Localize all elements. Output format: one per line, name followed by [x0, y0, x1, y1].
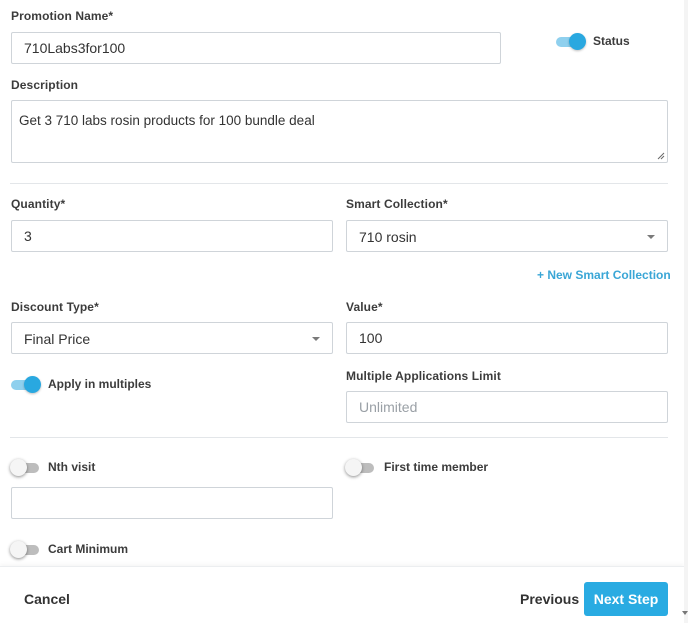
previous-button[interactable]: Previous [520, 591, 579, 607]
multiple-limit-field [346, 391, 668, 423]
cart-minimum-knob [10, 541, 27, 558]
quantity-input[interactable] [12, 221, 332, 251]
description-field: Get 3 710 labs rosin products for 100 bu… [11, 100, 668, 163]
promotion-name-label: Promotion Name* [11, 9, 114, 23]
promotion-name-field [11, 32, 501, 64]
scrollbar[interactable] [684, 0, 688, 623]
first-time-member-label: First time member [384, 460, 489, 474]
chevron-down-icon [312, 337, 320, 341]
cart-minimum-toggle[interactable] [10, 541, 41, 558]
section-divider [10, 437, 668, 438]
smart-collection-select[interactable]: 710 rosin [346, 220, 668, 252]
multiple-limit-input[interactable] [347, 392, 667, 422]
nth-visit-label: Nth visit [48, 460, 96, 474]
scroll-down-arrow-icon[interactable] [682, 611, 688, 615]
value-input[interactable] [347, 323, 667, 353]
discount-type-label: Discount Type* [11, 300, 99, 314]
apply-multiples-knob [24, 376, 41, 393]
first-time-member-knob [345, 459, 362, 476]
promotion-name-input[interactable] [12, 33, 500, 63]
next-step-button[interactable]: Next Step [584, 582, 668, 616]
smart-collection-label: Smart Collection* [346, 197, 448, 211]
discount-type-select[interactable]: Final Price [11, 322, 333, 354]
nth-visit-input[interactable] [12, 488, 332, 518]
nth-visit-field [11, 487, 333, 519]
new-smart-collection-link[interactable]: + New Smart Collection [537, 268, 671, 282]
nth-visit-toggle[interactable] [10, 459, 41, 476]
apply-multiples-label: Apply in multiples [48, 377, 152, 391]
description-textarea[interactable]: Get 3 710 labs rosin products for 100 bu… [12, 101, 667, 162]
description-label: Description [11, 78, 79, 92]
nth-visit-knob [10, 459, 27, 476]
first-time-member-toggle[interactable] [345, 459, 376, 476]
discount-type-value: Final Price [24, 331, 91, 347]
wizard-footer: Cancel Previous Next Step [0, 566, 684, 623]
quantity-field [11, 220, 333, 252]
quantity-label: Quantity* [11, 197, 66, 211]
smart-collection-value: 710 rosin [359, 229, 417, 245]
multiple-limit-label: Multiple Applications Limit [346, 369, 501, 383]
chevron-down-icon [647, 235, 655, 239]
status-toggle-knob [569, 33, 586, 50]
status-toggle[interactable] [556, 33, 586, 50]
section-divider [10, 183, 668, 184]
resize-grip-icon[interactable] [657, 152, 665, 160]
cancel-button[interactable]: Cancel [24, 591, 70, 607]
apply-multiples-toggle[interactable] [11, 376, 41, 393]
cart-minimum-label: Cart Minimum [48, 542, 129, 556]
value-label: Value* [346, 300, 383, 314]
value-field [346, 322, 668, 354]
status-label: Status [593, 34, 630, 48]
